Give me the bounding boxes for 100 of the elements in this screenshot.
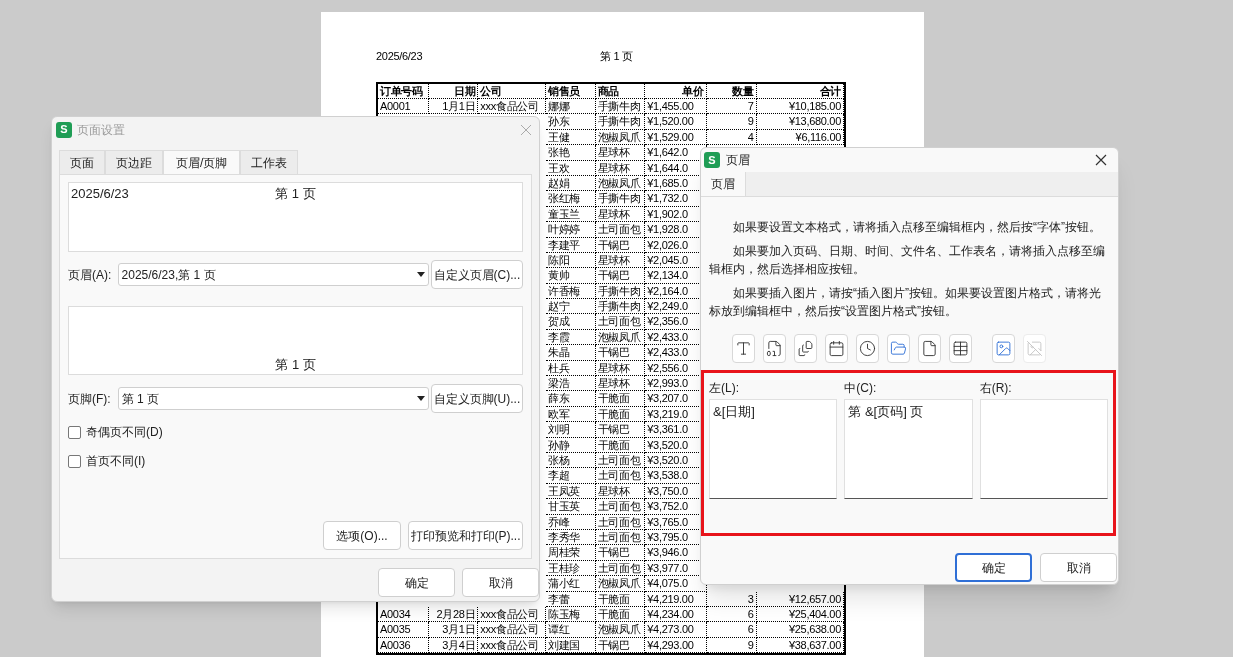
table-cell: ¥4,219.00	[645, 591, 707, 607]
toolbar-button[interactable]	[825, 334, 848, 363]
table-cell: ¥10,185.00	[756, 99, 844, 115]
table-cell: 星球杯	[595, 145, 646, 161]
toolbar-button[interactable]	[794, 334, 817, 363]
table-cell: ¥12,657.00	[756, 591, 844, 607]
table-cell: ¥1,529.00	[645, 129, 707, 146]
table-cell: 9	[706, 114, 757, 130]
column-header: 订单号码	[378, 84, 429, 99]
table-cell: ¥1,520.00	[645, 114, 707, 130]
table-cell: 谭红	[545, 622, 596, 638]
dialog-button[interactable]: 取消	[1040, 553, 1117, 582]
table-cell: 土司面包	[595, 499, 646, 515]
documents-icon	[797, 340, 814, 357]
table-cell: 1月1日	[428, 99, 479, 115]
toolbar-button[interactable]	[856, 334, 879, 363]
tab[interactable]: 工作表	[240, 150, 299, 174]
table-cell: 手撕牛肉	[595, 99, 646, 115]
table-cell: 星球杯	[595, 160, 646, 176]
instruction-text: 如果要加入页码、日期、时间、文件名、工作表名，请将插入点移至编辑框内，然后选择相应按钮。	[709, 243, 1106, 278]
table-cell: 2月28日	[428, 606, 479, 623]
checkbox-label: 首页不同(I)	[86, 453, 146, 470]
table-cell: 梁浩	[545, 376, 596, 392]
checkbox[interactable]	[68, 454, 81, 468]
tab[interactable]: 页边距	[105, 150, 163, 174]
table-cell: 张杨	[545, 453, 596, 469]
table-cell: xxx食品公司	[478, 606, 546, 623]
document-icon	[766, 340, 783, 357]
table-cell: A0001	[378, 99, 429, 115]
preview-text: 第 1 页	[275, 355, 316, 374]
table-cell: 许香梅	[545, 283, 596, 300]
table-cell: 陈玉梅	[545, 606, 596, 623]
table-icon	[952, 340, 969, 357]
table-cell: 叶婷婷	[545, 222, 596, 238]
dialog-button[interactable]: 确定	[378, 568, 455, 597]
tab[interactable]: 页面	[59, 150, 105, 174]
table-cell: 干锅巴	[595, 268, 646, 284]
checkbox[interactable]	[68, 425, 81, 439]
dialog-button[interactable]: 打印预览和打印(P)...	[408, 521, 523, 550]
field-label: 页眉(A):	[68, 266, 113, 284]
table-cell: 李霞	[545, 329, 596, 346]
table-cell: 手撕牛肉	[595, 299, 646, 315]
table-cell: A0034	[378, 606, 429, 623]
table-cell: 3	[706, 591, 757, 607]
table-cell: 干脆面	[595, 591, 646, 607]
dialog-button[interactable]: 取消	[462, 568, 539, 597]
page-header-date: 2025/6/23	[376, 48, 424, 64]
table-cell: 7	[706, 99, 757, 115]
column-header: 数量	[706, 84, 757, 99]
table-cell: ¥4,273.00	[645, 622, 707, 638]
field-label: 页脚(F):	[68, 390, 112, 408]
table-cell: 星球杯	[595, 360, 646, 377]
table-cell: 土司面包	[595, 222, 646, 238]
table-cell: xxx食品公司	[478, 622, 546, 638]
table-cell: ¥6,116.00	[756, 129, 844, 146]
section-label: 中(C):	[844, 381, 878, 395]
table-cell: 张艳	[545, 145, 596, 161]
table-cell: 4	[706, 129, 757, 146]
table-cell: A0036	[378, 637, 429, 654]
tab[interactable]: 页眉	[701, 172, 746, 196]
table-cell: A0035	[378, 622, 429, 638]
table-cell: 孙静	[545, 437, 596, 453]
table-cell: 土司面包	[595, 453, 646, 469]
table-cell: 刘建国	[545, 637, 596, 654]
app-icon: S	[56, 121, 72, 138]
table-cell: 娜娜	[545, 99, 596, 115]
dialog-title: 页眉	[726, 152, 750, 169]
column-header: 合计	[756, 84, 844, 99]
dialog-button[interactable]: 自定义页眉(C)...	[430, 260, 523, 289]
table-cell: 泡椒凤爪	[595, 175, 646, 192]
table-cell: 星球杯	[595, 376, 646, 392]
table-cell: xxx食品公司	[478, 99, 546, 115]
dialog-button[interactable]: 选项(O)...	[323, 521, 401, 550]
header-select[interactable]: 2025/6/23,第 1 页	[117, 263, 429, 286]
table-cell: 蒲小红	[545, 576, 596, 592]
table-cell: 3月1日	[428, 622, 479, 638]
table-cell: ¥1,455.00	[645, 99, 707, 115]
close-icon[interactable]	[1095, 154, 1107, 166]
table-cell: 赵宁	[545, 299, 596, 315]
column-header: 销售员	[545, 84, 596, 99]
footer-select[interactable]: 第 1 页	[117, 387, 429, 410]
tab[interactable]: 页眉/页脚	[163, 150, 241, 174]
preview-text: 2025/6/23	[71, 185, 130, 203]
toolbar-button[interactable]	[763, 334, 786, 363]
table-cell: 王欢	[545, 160, 596, 176]
dialog-button[interactable]: 自定义页脚(U)...	[430, 384, 523, 413]
table-cell: 赵娟	[545, 175, 596, 192]
toolbar-button[interactable]	[918, 334, 941, 363]
text-icon	[735, 340, 752, 357]
table-cell: 干锅巴	[595, 345, 646, 361]
dialog-button[interactable]: 确定	[955, 553, 1032, 582]
text-area[interactable]: 第 &[页码] 页	[844, 399, 973, 499]
table-cell: 星球杯	[595, 252, 646, 269]
table-cell: 李蕾	[545, 591, 596, 607]
column-header: 日期	[428, 84, 479, 99]
table-cell: 甘玉英	[545, 499, 596, 515]
image-icon	[1026, 340, 1043, 357]
toolbar-button[interactable]	[949, 334, 972, 363]
text-area[interactable]: &[日期]	[709, 399, 838, 499]
table-cell: 3月4日	[428, 637, 479, 654]
